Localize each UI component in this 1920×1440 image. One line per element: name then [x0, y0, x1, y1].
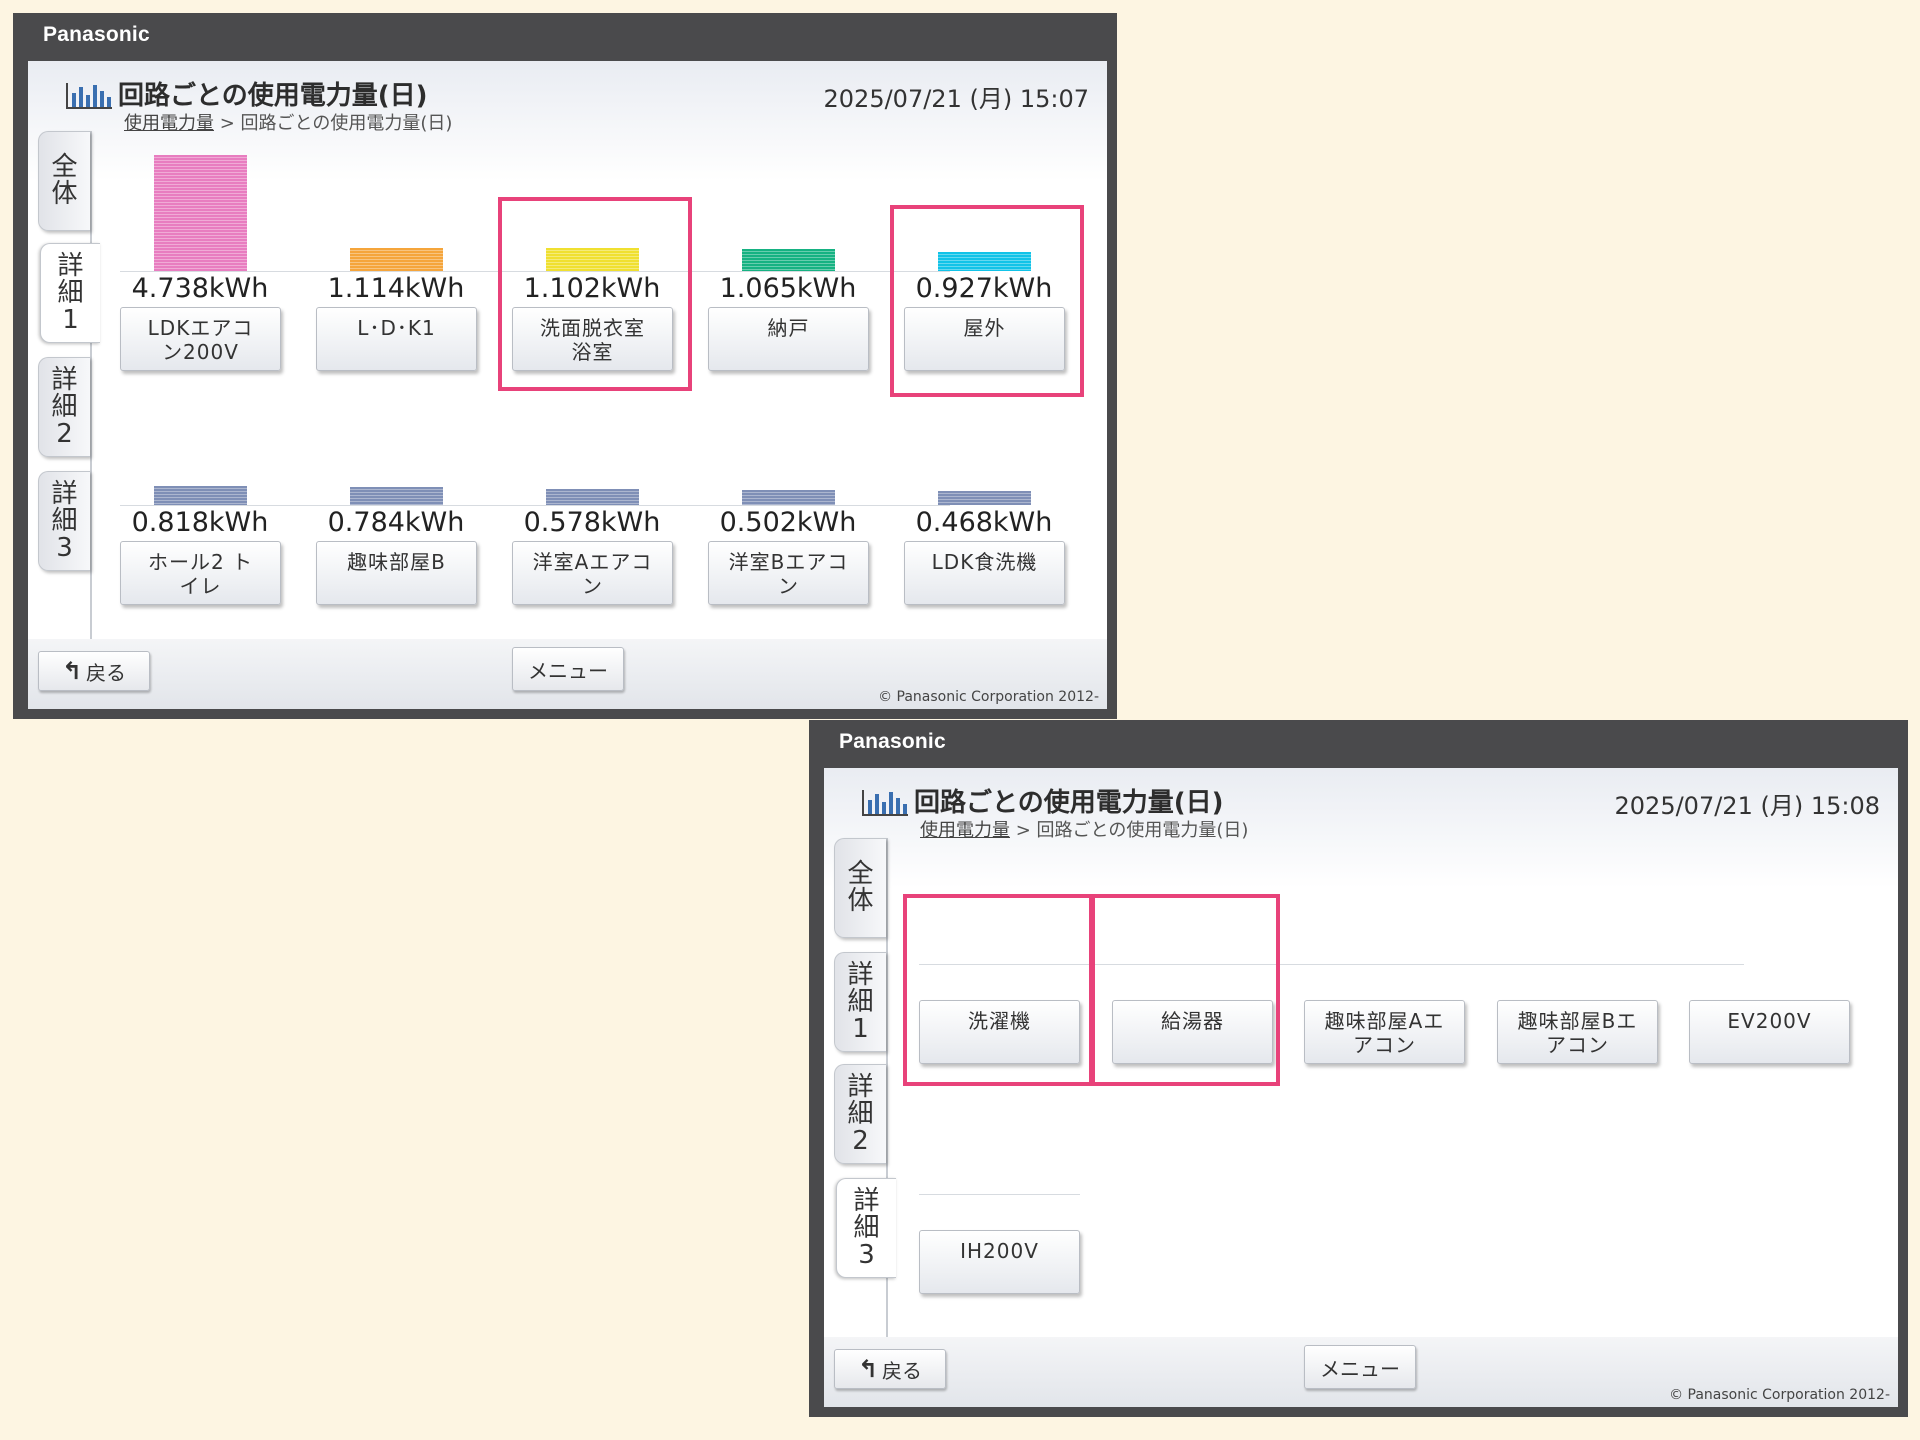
circuit-button[interactable]: ホール2 ト イレ [120, 541, 281, 605]
tab-detail-1[interactable]: 詳 細 1 [40, 243, 100, 343]
brand-logo: Panasonic [839, 730, 946, 753]
menu-button[interactable]: メニュー [1304, 1345, 1416, 1389]
usage-bar [742, 249, 835, 271]
tab-all[interactable]: 全 体 [38, 131, 90, 231]
main-panel: 回路ごとの使用電力量(日) 使用電力量 > 回路ごとの使用電力量(日) 2025… [824, 768, 1898, 1407]
datetime: 2025/07/21 (月) 15:08 [1614, 792, 1880, 820]
tab-bar: 全 体 詳 細 1 詳 細 2 詳 細 3 [38, 131, 100, 651]
copyright: © Panasonic Corporation 2012- [878, 689, 1099, 705]
page-title: 回路ごとの使用電力量(日) [118, 81, 428, 111]
circuit-button[interactable]: LDK食洗機 [904, 541, 1065, 605]
back-arrow-icon: ↰ [857, 1355, 879, 1383]
usage-bar [154, 155, 247, 271]
tab-detail-1[interactable]: 詳 細 1 [834, 952, 886, 1052]
tab-detail-3[interactable]: 詳 細 3 [38, 471, 90, 571]
datetime: 2025/07/21 (月) 15:07 [823, 85, 1089, 113]
circuit-button[interactable]: 洋室Aエアコ ン [512, 541, 673, 605]
footer-bar: ↰ 戻る メニュー © Panasonic Corporation 2012- [28, 639, 1107, 709]
tab-detail-3[interactable]: 詳 細 3 [836, 1178, 896, 1278]
screenshot-1: Panasonic 回路ごとの使用電力量(日) 使用電力量 > 回路ごとの使用電… [13, 13, 1117, 719]
baseline-row-2 [120, 505, 950, 506]
usage-bar [546, 489, 639, 505]
tab-detail-2[interactable]: 詳 細 2 [38, 357, 90, 457]
copyright: © Panasonic Corporation 2012- [1669, 1387, 1890, 1403]
circuit-button[interactable]: 趣味部屋Aエ アコン [1304, 1000, 1465, 1064]
usage-bar [938, 491, 1031, 505]
breadcrumb: 使用電力量 > 回路ごとの使用電力量(日) [124, 109, 452, 135]
circuit-button[interactable]: 趣味部屋Bエ アコン [1497, 1000, 1658, 1064]
breadcrumb-current: > 回路ごとの使用電力量(日) [1010, 820, 1249, 841]
breadcrumb-current: > 回路ごとの使用電力量(日) [214, 113, 453, 134]
screenshot-2: Panasonic 回路ごとの使用電力量(日) 使用電力量 > 回路ごとの使用電… [809, 720, 1908, 1417]
back-button[interactable]: ↰ 戻る [834, 1349, 946, 1389]
usage-value: 0.578kWh [523, 507, 661, 538]
circuit-button[interactable]: 趣味部屋B [316, 541, 477, 605]
breadcrumb-link-usage[interactable]: 使用電力量 [124, 113, 214, 134]
breadcrumb: 使用電力量 > 回路ごとの使用電力量(日) [920, 816, 1248, 842]
highlight-box [890, 205, 1084, 397]
usage-value: 0.818kWh [131, 507, 269, 538]
baseline-row-2 [919, 1194, 1080, 1195]
bar-chart-icon [862, 790, 908, 816]
highlight-box [1091, 894, 1280, 1086]
tab-detail-2[interactable]: 詳 細 2 [834, 1064, 886, 1164]
usage-value: 4.738kWh [131, 273, 269, 304]
circuit-button[interactable]: 納戸 [708, 307, 869, 371]
highlight-box [903, 894, 1093, 1086]
usage-bar [350, 248, 443, 271]
main-panel: 回路ごとの使用電力量(日) 使用電力量 > 回路ごとの使用電力量(日) 2025… [28, 61, 1107, 709]
footer-bar: ↰ 戻る メニュー © Panasonic Corporation 2012- [824, 1337, 1898, 1407]
highlight-box [498, 197, 692, 391]
tab-bar: 全 体 詳 細 1 詳 細 2 詳 細 3 [834, 838, 896, 1358]
page-title: 回路ごとの使用電力量(日) [914, 788, 1224, 818]
back-button[interactable]: ↰ 戻る [38, 651, 150, 691]
circuit-button[interactable]: EV200V [1689, 1000, 1850, 1064]
circuit-button[interactable]: L･D･K1 [316, 307, 477, 371]
back-label: 戻る [86, 660, 127, 685]
menu-button[interactable]: メニュー [512, 647, 624, 691]
usage-value: 0.502kWh [719, 507, 857, 538]
brand-logo: Panasonic [43, 23, 150, 46]
back-arrow-icon: ↰ [61, 657, 83, 685]
usage-value: 1.114kWh [327, 273, 465, 304]
usage-bar [350, 487, 443, 505]
usage-bar [742, 490, 835, 505]
usage-bar [154, 486, 247, 505]
circuit-button[interactable]: IH200V [919, 1230, 1080, 1294]
usage-value: 0.784kWh [327, 507, 465, 538]
bar-chart-icon [66, 83, 112, 109]
circuit-button[interactable]: LDKエアコ ン200V [120, 307, 281, 371]
usage-value: 0.468kWh [915, 507, 1053, 538]
tab-all[interactable]: 全 体 [834, 838, 886, 938]
circuit-button[interactable]: 洋室Bエアコ ン [708, 541, 869, 605]
back-label: 戻る [882, 1358, 923, 1383]
usage-value: 1.065kWh [719, 273, 857, 304]
breadcrumb-link-usage[interactable]: 使用電力量 [920, 820, 1010, 841]
